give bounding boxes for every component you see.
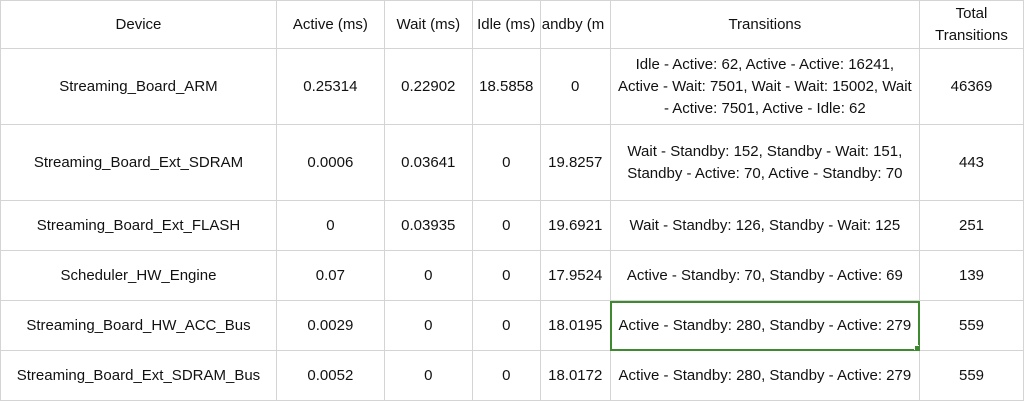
table-row: Streaming_Board_HW_ACC_Bus 0.0029 0 0 18… <box>0 300 1024 351</box>
cell-transitions[interactable]: Active - Standby: 280, Standby - Active:… <box>609 350 921 401</box>
cell-wait[interactable]: 0.03935 <box>383 200 473 251</box>
device-table: Device Active (ms) Wait (ms) Idle (ms) a… <box>0 0 1024 401</box>
cell-active[interactable]: 0.25314 <box>275 48 385 125</box>
cell-wait[interactable]: 0 <box>383 250 473 301</box>
table-row: Scheduler_HW_Engine 0.07 0 0 17.9524 Act… <box>0 250 1024 301</box>
cell-active[interactable]: 0 <box>275 200 385 251</box>
cell-standby[interactable]: 18.0172 <box>539 350 611 401</box>
cell-idle[interactable]: 0 <box>471 200 541 251</box>
cell-standby[interactable]: 17.9524 <box>539 250 611 301</box>
header-wait[interactable]: Wait (ms) <box>383 0 473 49</box>
header-standby[interactable]: andby (m <box>539 0 611 49</box>
table-row: Streaming_Board_Ext_SDRAM_Bus 0.0052 0 0… <box>0 350 1024 401</box>
cell-total[interactable]: 139 <box>919 250 1024 301</box>
cell-idle[interactable]: 0 <box>471 300 541 351</box>
cell-device[interactable]: Scheduler_HW_Engine <box>0 250 277 301</box>
header-idle[interactable]: Idle (ms) <box>471 0 541 49</box>
cell-total[interactable]: 559 <box>919 300 1024 351</box>
cell-active[interactable]: 0.0052 <box>275 350 385 401</box>
table-row: Streaming_Board_Ext_SDRAM 0.0006 0.03641… <box>0 124 1024 201</box>
cell-transitions[interactable]: Idle - Active: 62, Active - Active: 1624… <box>609 48 921 125</box>
cell-standby[interactable]: 18.0195 <box>539 300 611 351</box>
table-row: Streaming_Board_Ext_FLASH 0 0.03935 0 19… <box>0 200 1024 251</box>
header-transitions[interactable]: Transitions <box>609 0 921 49</box>
cell-idle[interactable]: 0 <box>471 350 541 401</box>
cell-transitions-text: Active - Standby: 280, Standby - Active:… <box>618 316 912 334</box>
cell-wait[interactable]: 0 <box>383 300 473 351</box>
cell-device[interactable]: Streaming_Board_ARM <box>0 48 277 125</box>
cell-wait[interactable]: 0.22902 <box>383 48 473 125</box>
cell-transitions-selected[interactable]: Active - Standby: 280, Standby - Active:… <box>609 300 921 351</box>
cell-active[interactable]: 0.0006 <box>275 124 385 201</box>
table-row: Streaming_Board_ARM 0.25314 0.22902 18.5… <box>0 48 1024 125</box>
header-device[interactable]: Device <box>0 0 277 49</box>
cell-transitions[interactable]: Wait - Standby: 152, Standby - Wait: 151… <box>609 124 921 201</box>
cell-total[interactable]: 443 <box>919 124 1024 201</box>
cell-total[interactable]: 559 <box>919 350 1024 401</box>
cell-active[interactable]: 0.0029 <box>275 300 385 351</box>
cell-active[interactable]: 0.07 <box>275 250 385 301</box>
cell-wait[interactable]: 0 <box>383 350 473 401</box>
cell-wait[interactable]: 0.03641 <box>383 124 473 201</box>
cell-device[interactable]: Streaming_Board_HW_ACC_Bus <box>0 300 277 351</box>
spreadsheet-view: Device Active (ms) Wait (ms) Idle (ms) a… <box>0 0 1024 402</box>
cell-device[interactable]: Streaming_Board_Ext_SDRAM <box>0 124 277 201</box>
header-total-transitions[interactable]: Total Transitions <box>919 0 1024 49</box>
cell-standby[interactable]: 0 <box>539 48 611 125</box>
fill-handle[interactable] <box>914 345 919 350</box>
cell-total[interactable]: 46369 <box>919 48 1024 125</box>
cell-transitions[interactable]: Active - Standby: 70, Standby - Active: … <box>609 250 921 301</box>
cell-standby[interactable]: 19.8257 <box>539 124 611 201</box>
cell-idle[interactable]: 0 <box>471 124 541 201</box>
cell-device[interactable]: Streaming_Board_Ext_FLASH <box>0 200 277 251</box>
cell-idle[interactable]: 0 <box>471 250 541 301</box>
header-active[interactable]: Active (ms) <box>275 0 385 49</box>
cell-idle[interactable]: 18.5858 <box>471 48 541 125</box>
cell-device[interactable]: Streaming_Board_Ext_SDRAM_Bus <box>0 350 277 401</box>
cell-transitions[interactable]: Wait - Standby: 126, Standby - Wait: 125 <box>609 200 921 251</box>
cell-total[interactable]: 251 <box>919 200 1024 251</box>
cell-standby[interactable]: 19.6921 <box>539 200 611 251</box>
header-row: Device Active (ms) Wait (ms) Idle (ms) a… <box>0 0 1024 49</box>
